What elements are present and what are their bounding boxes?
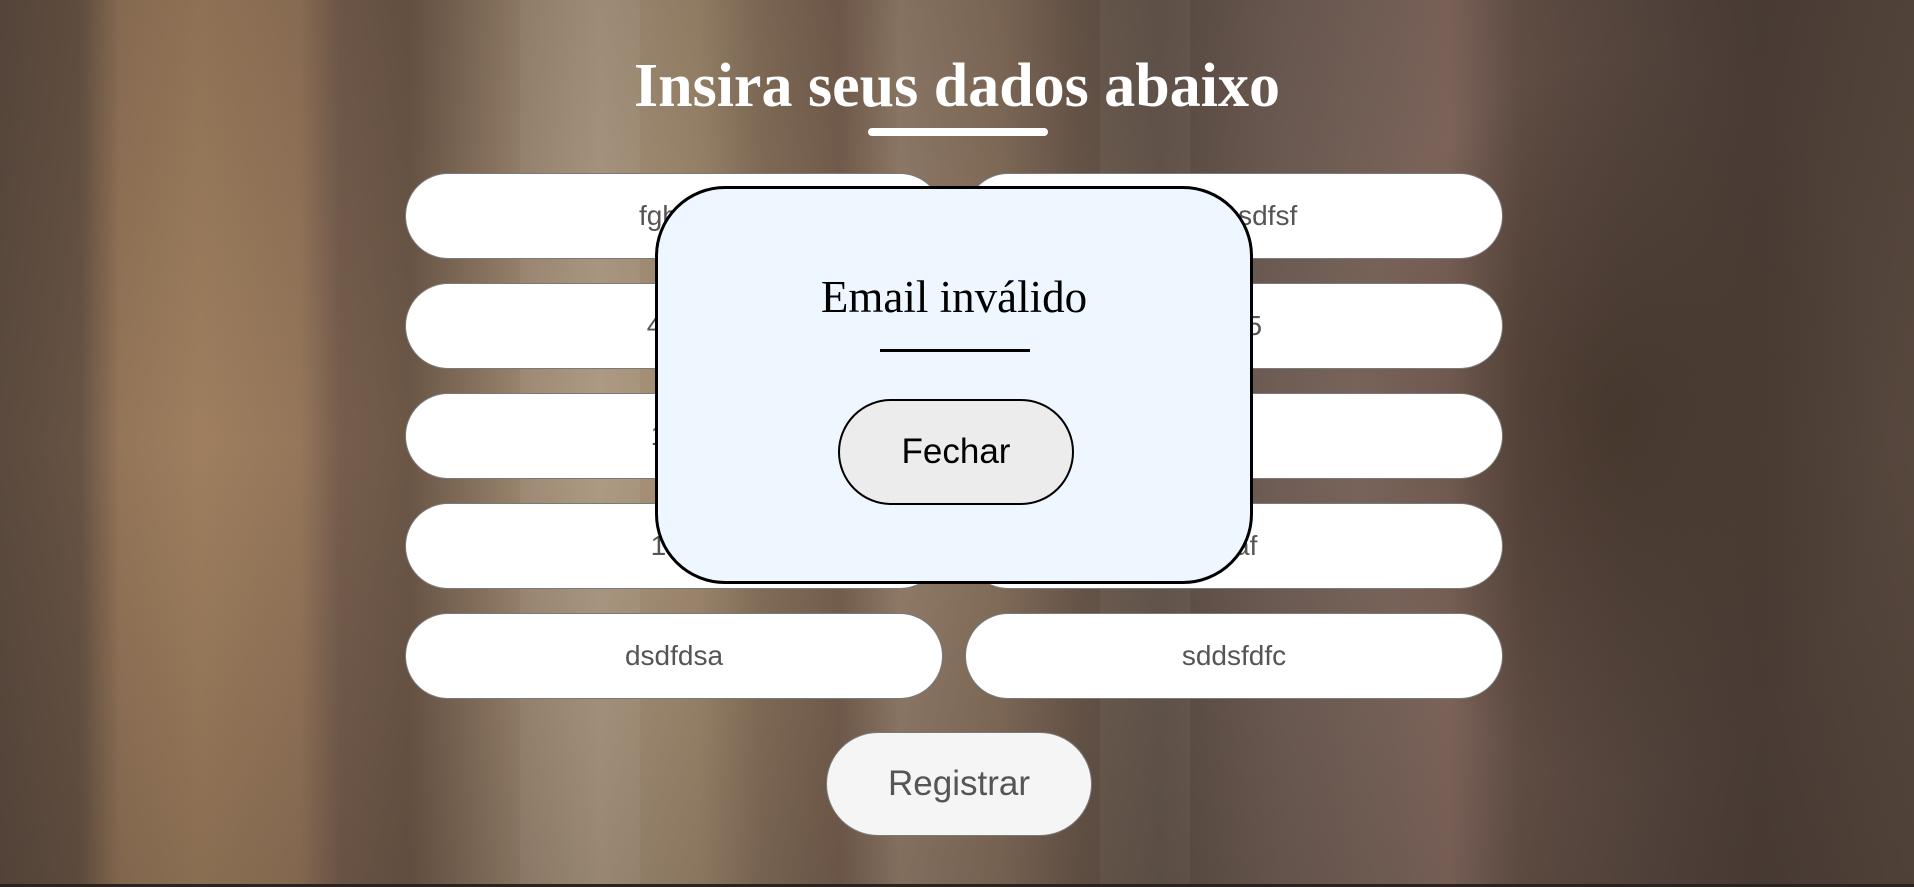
form-field-9[interactable] (405, 613, 943, 699)
form-field-10[interactable] (965, 613, 1503, 699)
close-button[interactable]: Fechar (838, 399, 1074, 505)
title-underline (868, 128, 1048, 136)
error-modal: Email inválido Fechar (655, 186, 1253, 584)
modal-message: Email inválido (820, 272, 1088, 322)
page-title: Insira seus dados abaixo (633, 52, 1281, 120)
modal-divider (880, 349, 1030, 352)
register-button[interactable]: Registrar (826, 732, 1092, 836)
